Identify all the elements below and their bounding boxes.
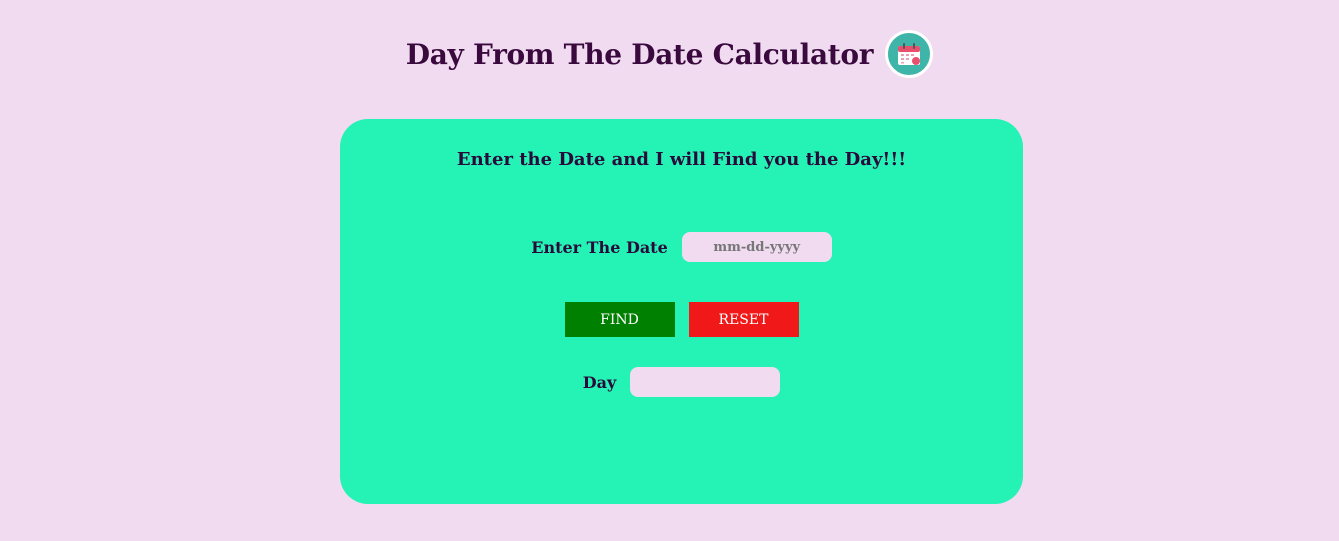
day-row: Day	[340, 367, 1023, 397]
date-input[interactable]	[681, 232, 832, 262]
page-title: Day From The Date Calculator	[405, 37, 874, 71]
date-label: Enter The Date	[531, 237, 668, 257]
page-header: Day From The Date Calculator	[0, 28, 1339, 80]
reset-button[interactable]: RESET	[688, 302, 799, 337]
button-row: FIND RESET	[340, 302, 1023, 337]
day-output[interactable]	[630, 367, 781, 397]
calendar-icon	[885, 30, 934, 78]
find-button[interactable]: FIND	[564, 302, 675, 337]
day-label: Day	[582, 372, 617, 392]
card-subtitle: Enter the Date and I will Find you the D…	[456, 149, 907, 170]
calculator-card: Enter the Date and I will Find you the D…	[340, 119, 1023, 504]
date-row: Enter The Date	[340, 232, 1023, 262]
